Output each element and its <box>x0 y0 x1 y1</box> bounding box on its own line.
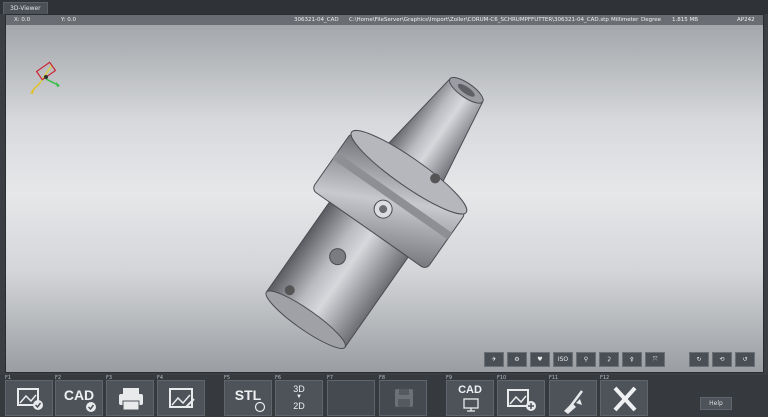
clean-icon <box>564 390 583 414</box>
view-toolbar: ✈ ⚙ ♥ ISO ⚲ ⚳ ⚴ ⤧ ↻ ⟲ ↺ <box>484 352 755 368</box>
close-icon <box>613 386 637 412</box>
rotate-x-icon[interactable]: ↻ <box>689 352 709 367</box>
f11-clean-button[interactable]: F11 <box>549 375 597 416</box>
image-add-icon <box>507 389 536 411</box>
3d-label: 3D <box>293 384 305 394</box>
view-x-icon[interactable]: ⚲ <box>576 352 596 367</box>
tab-3d-viewer[interactable]: 3D-Viewer <box>3 2 48 14</box>
f3-print-button[interactable]: F3 <box>106 375 154 416</box>
view-top-icon[interactable]: ♥ <box>530 352 550 367</box>
image-edit-icon <box>169 388 195 408</box>
f9-cad-monitor-button[interactable]: F9 CAD <box>446 375 494 416</box>
arrow-down-icon: ▼ <box>296 394 302 400</box>
help-button[interactable]: Help <box>700 397 732 410</box>
2d-label: 2D <box>293 401 305 411</box>
fkey-number: F6 <box>275 375 282 381</box>
rotate-y-icon[interactable]: ⟲ <box>712 352 732 367</box>
f5-stl-button[interactable]: F5 STL <box>224 375 272 416</box>
f7-empty-button[interactable]: F7 <box>327 375 375 416</box>
fit-view-icon[interactable]: ⤧ <box>645 352 665 367</box>
file-path: C:\Home\FileServer\Graphics\Import\Zolle… <box>349 17 609 23</box>
monitor-icon <box>463 398 479 412</box>
file-size: 1.815 MB <box>672 17 699 23</box>
f1-image-check-button[interactable]: F1 <box>5 375 53 416</box>
image-check-icon <box>17 388 43 410</box>
f8-save-button[interactable]: F8 <box>379 375 427 416</box>
fkey-number: F12 <box>600 375 610 381</box>
f2-cad-button[interactable]: F2 CAD <box>55 375 103 416</box>
axis-triad-icon <box>30 61 60 94</box>
file-format: AP242 <box>737 17 755 23</box>
unit-label: Millimeter <box>611 17 639 23</box>
rotate-reset-icon[interactable]: ↺ <box>735 352 755 367</box>
printer-icon <box>119 388 143 411</box>
fkey-number: F3 <box>106 375 113 381</box>
f6-3d-to-2d-button[interactable]: F6 3D ▼ 2D <box>275 375 323 416</box>
f12-close-button[interactable]: F12 <box>600 375 648 416</box>
fkey-number: F1 <box>5 375 12 381</box>
tab-strip: 3D-Viewer <box>0 0 768 14</box>
view-iso-button[interactable]: ISO <box>553 352 573 367</box>
fkey-number: F4 <box>157 375 164 381</box>
x-coordinate: X: 0.0 <box>14 17 31 23</box>
cad-model[interactable] <box>226 45 546 365</box>
save-icon <box>395 389 413 407</box>
f10-image-add-button[interactable]: F10 <box>497 375 545 416</box>
y-coordinate: Y: 0.0 <box>61 17 76 23</box>
fkey-number: F8 <box>379 375 386 381</box>
model-name: 306321-04_CAD <box>294 17 339 23</box>
view-rotate-icon[interactable]: ⚙ <box>507 352 527 367</box>
stl-badge-icon <box>254 401 266 413</box>
view-y-icon[interactable]: ⚳ <box>599 352 619 367</box>
angle-unit-label: Degree <box>641 17 662 23</box>
f4-image-edit-button[interactable]: F4 <box>157 375 205 416</box>
check-icon <box>86 402 96 412</box>
fkey-number: F7 <box>327 375 334 381</box>
3d-viewport[interactable]: X: 0.0 Y: 0.0 306321-04_CAD C:\Home\File… <box>5 14 764 373</box>
view-z-icon[interactable]: ⚴ <box>622 352 642 367</box>
fkey-number: F10 <box>497 375 507 381</box>
fkey-number: F11 <box>549 375 559 381</box>
status-bar: X: 0.0 Y: 0.0 306321-04_CAD C:\Home\File… <box>6 15 763 25</box>
view-front-icon[interactable]: ✈ <box>484 352 504 367</box>
function-key-bar: F1 F2 CAD F3 F4 F5 STL F6 3D ▼ 2D F7 F8 … <box>0 375 768 417</box>
